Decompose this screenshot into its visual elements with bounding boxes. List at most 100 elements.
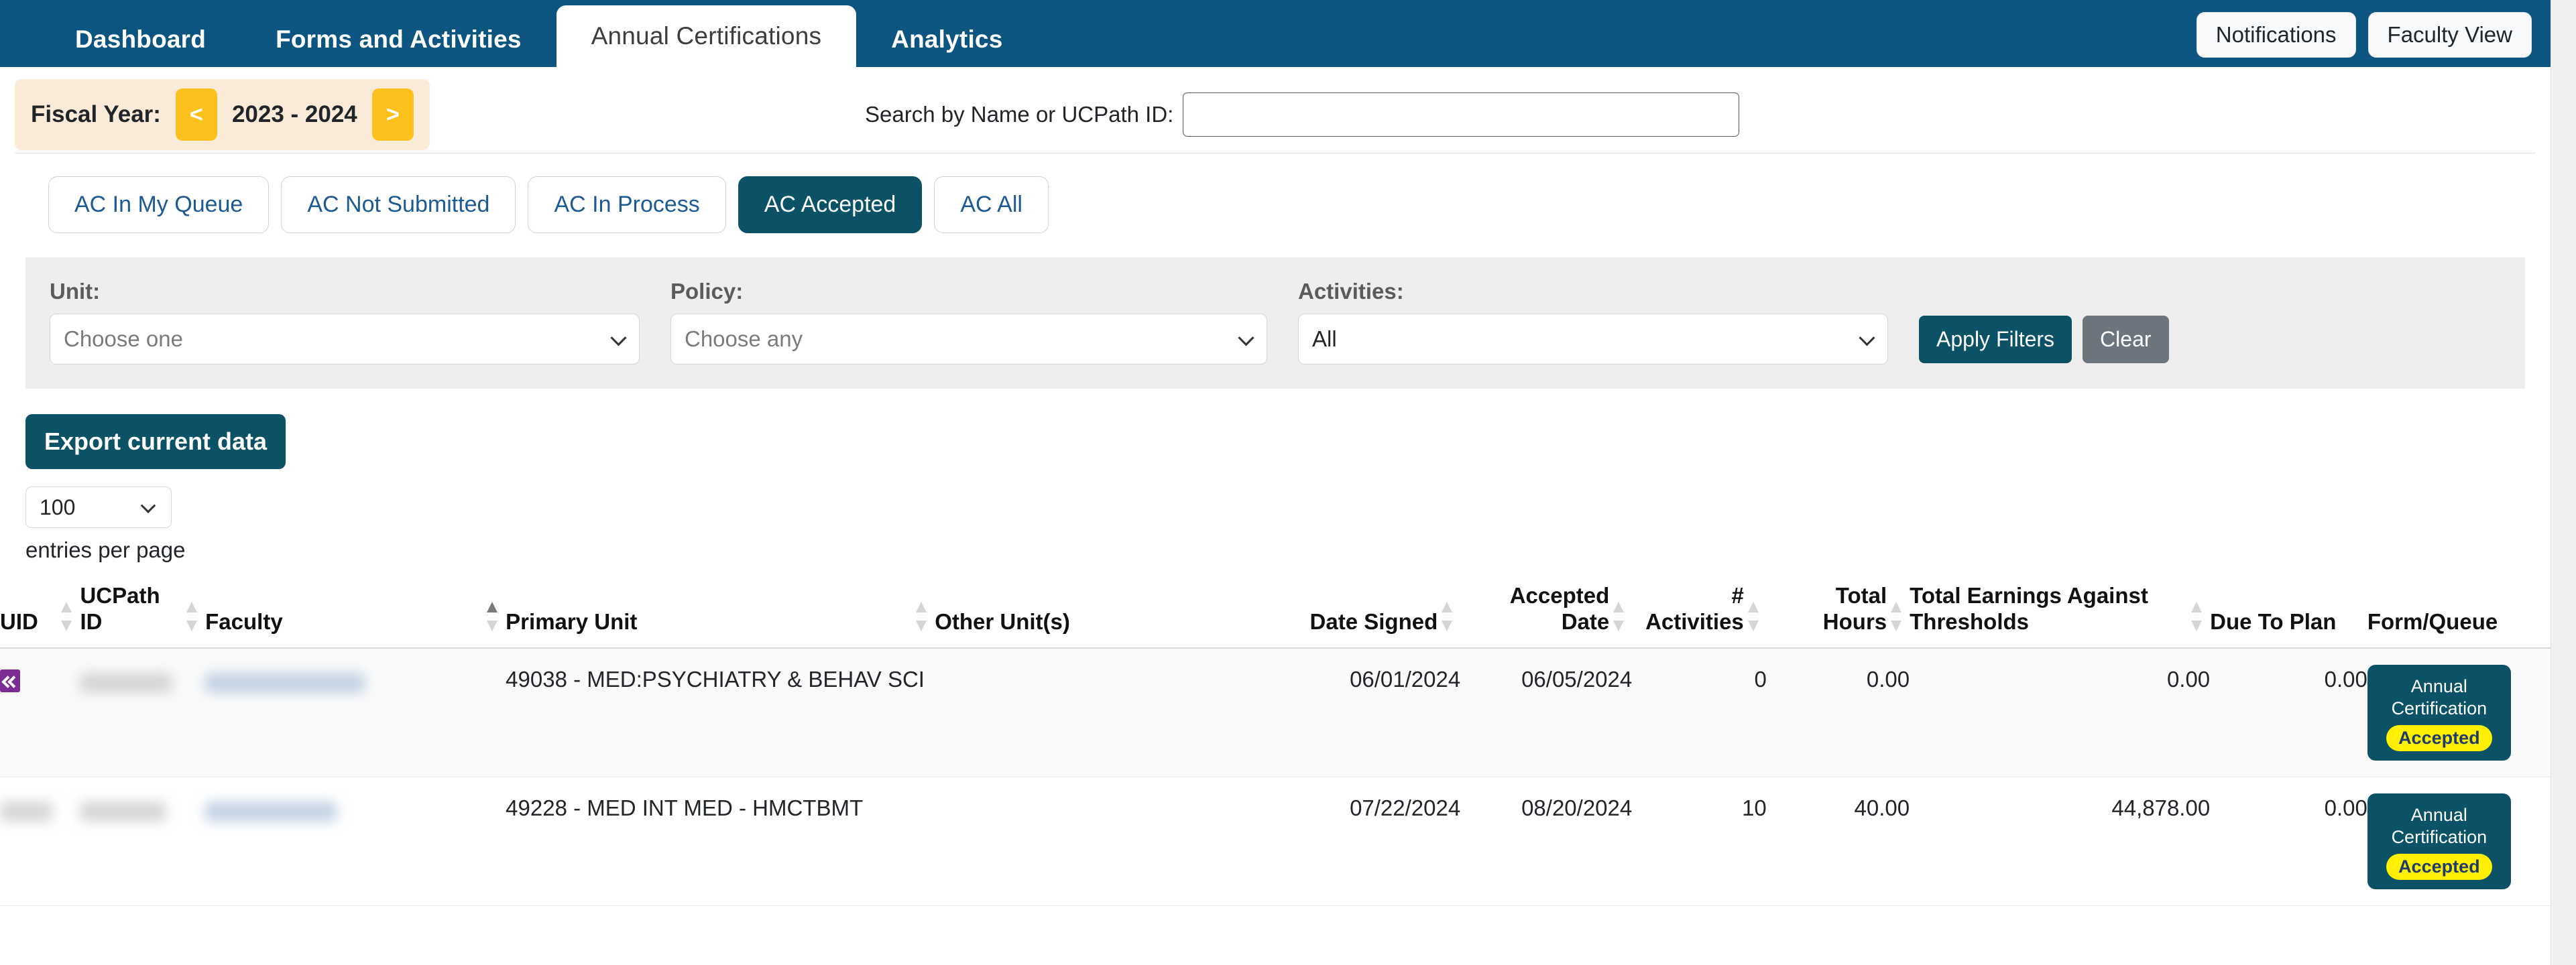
cell-faculty (205, 647, 506, 777)
cell-due-to-plan: 0.00 (2210, 647, 2367, 777)
tab-annual-certifications[interactable]: Annual Certifications (556, 5, 857, 67)
table-header-row: UID UCPath ID Faculty Primary Unit Other… (0, 583, 2551, 649)
cell-total-earnings: 44,878.00 (1910, 777, 2211, 906)
bookmark-chevron-icon[interactable] (0, 669, 20, 693)
pill-ac-in-my-queue-label: AC In My Queue (74, 192, 243, 217)
status-badge: Accepted (2386, 724, 2492, 751)
cell-uid (0, 647, 80, 777)
export-current-data-button[interactable]: Export current data (25, 414, 286, 469)
apply-filters-button[interactable]: Apply Filters (1919, 316, 2072, 363)
entries-per-page-label: entries per page (25, 537, 186, 562)
unit-filter-label: Unit: (50, 279, 101, 304)
col-header-form-queue: Form/Queue (2367, 583, 2551, 649)
activities-filter-label: Activities: (1298, 279, 1404, 304)
cell-accepted-date: 06/05/2024 (1460, 647, 1633, 777)
col-header-primary-unit[interactable]: Primary Unit (506, 583, 935, 649)
sort-icon-total-earnings[interactable] (2191, 601, 2203, 631)
chevron-down-icon (1238, 330, 1254, 346)
tab-forms-and-activities-label: Forms and Activities (276, 25, 522, 53)
page-content: Dashboard Forms and Activities Annual Ce… (0, 0, 2551, 965)
status-badge: Accepted (2386, 853, 2492, 880)
col-header-uid[interactable]: UID (0, 583, 80, 649)
vertical-scrollbar[interactable] (2551, 0, 2576, 965)
cell-date-signed: 07/22/2024 (1292, 777, 1461, 906)
unit-select[interactable]: Choose one (50, 314, 640, 365)
col-header-num-activities-label: # Activities (1645, 583, 1744, 634)
pill-ac-not-submitted-label: AC Not Submitted (307, 192, 490, 217)
faculty-view-button[interactable]: Faculty View (2367, 12, 2532, 58)
col-header-accepted-date[interactable]: Accepted Date (1460, 583, 1633, 649)
col-header-num-activities[interactable]: # Activities (1632, 583, 1767, 649)
cell-ucpath-id (80, 777, 206, 906)
col-header-date-signed[interactable]: Date Signed (1292, 583, 1461, 649)
export-area: Export current data (0, 389, 2551, 469)
tab-annual-certifications-label: Annual Certifications (591, 22, 822, 50)
pill-ac-not-submitted[interactable]: AC Not Submitted (281, 176, 516, 233)
pill-ac-in-process[interactable]: AC In Process (528, 176, 726, 233)
col-header-due-to-plan-label: Due To Plan (2210, 608, 2337, 634)
search-input[interactable] (1183, 92, 1740, 137)
pill-ac-all[interactable]: AC All (934, 176, 1049, 233)
redacted-value (205, 801, 337, 822)
cell-other-units (935, 777, 1293, 906)
table-row[interactable]: 49228 - MED INT MED - HMCTBMT 07/22/2024… (0, 777, 2551, 906)
clear-filters-button[interactable]: Clear (2083, 316, 2169, 363)
sort-icon-primary-unit[interactable] (916, 601, 927, 631)
sort-icon-accepted-date[interactable] (1613, 601, 1625, 631)
annual-certification-queue-button[interactable]: Annual Certification Accepted (2367, 793, 2511, 889)
fiscal-year-label: Fiscal Year: (31, 101, 161, 127)
primary-nav-tabs: Dashboard Forms and Activities Annual Ce… (40, 0, 1038, 67)
pill-ac-accepted[interactable]: AC Accepted (738, 176, 923, 233)
col-header-total-earnings-label: Total Earnings Against Thresholds (1910, 583, 2148, 634)
redacted-value (80, 673, 173, 694)
sort-icon-faculty[interactable] (487, 601, 498, 631)
queue-button-title: Annual Certification (2391, 676, 2487, 718)
col-header-ucpath-id[interactable]: UCPath ID (80, 583, 206, 649)
unit-filter-field: Unit: Choose one (50, 279, 640, 365)
activities-filter-field: Activities: All (1298, 279, 1888, 365)
fiscal-search-toolbar: Fiscal Year: < 2023 - 2024 > Search by N… (0, 67, 2551, 153)
fiscal-year-next-button[interactable]: > (371, 88, 414, 141)
entries-per-page-select[interactable]: 100 (25, 487, 172, 528)
cell-total-hours: 0.00 (1766, 647, 1910, 777)
scrollbar-thumb[interactable] (2554, 1, 2574, 102)
col-header-total-hours-label: Total Hours (1822, 583, 1887, 634)
table-row[interactable]: 49038 - MED:PSYCHIATRY & BEHAV SCI 06/01… (0, 647, 2551, 777)
sort-icon-uid[interactable] (61, 601, 72, 631)
fiscal-year-prev-button[interactable]: < (175, 88, 217, 141)
pill-ac-all-label: AC All (960, 192, 1022, 217)
col-header-primary-unit-label: Primary Unit (506, 608, 638, 634)
sort-icon-ucpath-id[interactable] (186, 601, 198, 631)
annual-certification-queue-button[interactable]: Annual Certification Accepted (2367, 664, 2511, 761)
policy-filter-field: Policy: Choose any (670, 279, 1267, 365)
top-navbar: Dashboard Forms and Activities Annual Ce… (0, 0, 2551, 67)
sort-icon-num-activities[interactable] (1747, 601, 1759, 631)
sort-icon-total-hours[interactable] (1891, 601, 1902, 631)
col-header-faculty-label: Faculty (205, 608, 283, 634)
policy-select[interactable]: Choose any (670, 314, 1267, 365)
cell-total-hours: 40.00 (1766, 777, 1910, 906)
tab-dashboard-label: Dashboard (75, 25, 207, 53)
col-header-total-earnings[interactable]: Total Earnings Against Thresholds (1910, 583, 2211, 649)
entries-per-page-value: 100 (40, 495, 76, 519)
tab-dashboard[interactable]: Dashboard (40, 12, 241, 67)
col-header-other-units: Other Unit(s) (935, 583, 1293, 649)
notifications-button[interactable]: Notifications (2196, 12, 2356, 58)
cell-num-activities: 0 (1632, 647, 1767, 777)
tab-analytics[interactable]: Analytics (856, 12, 1037, 67)
cell-faculty (205, 777, 506, 906)
cell-ucpath-id (80, 647, 206, 777)
fiscal-year-selector: Fiscal Year: < 2023 - 2024 > (15, 79, 430, 150)
activities-select-value: All (1312, 326, 1337, 351)
entries-per-page-area: 100 entries per page (0, 469, 2551, 563)
col-header-faculty[interactable]: Faculty (205, 583, 506, 649)
col-header-total-hours[interactable]: Total Hours (1766, 583, 1910, 649)
chevron-down-icon (1859, 330, 1875, 346)
col-header-form-queue-label: Form/Queue (2367, 608, 2498, 634)
pill-ac-in-my-queue[interactable]: AC In My Queue (48, 176, 270, 233)
sort-icon-date-signed[interactable] (1442, 601, 1453, 631)
filters-panel: Unit: Choose one Policy: Choose any Acti… (25, 257, 2525, 389)
tab-forms-and-activities[interactable]: Forms and Activities (241, 12, 557, 67)
policy-select-value: Choose any (685, 326, 803, 351)
activities-select[interactable]: All (1298, 314, 1888, 365)
